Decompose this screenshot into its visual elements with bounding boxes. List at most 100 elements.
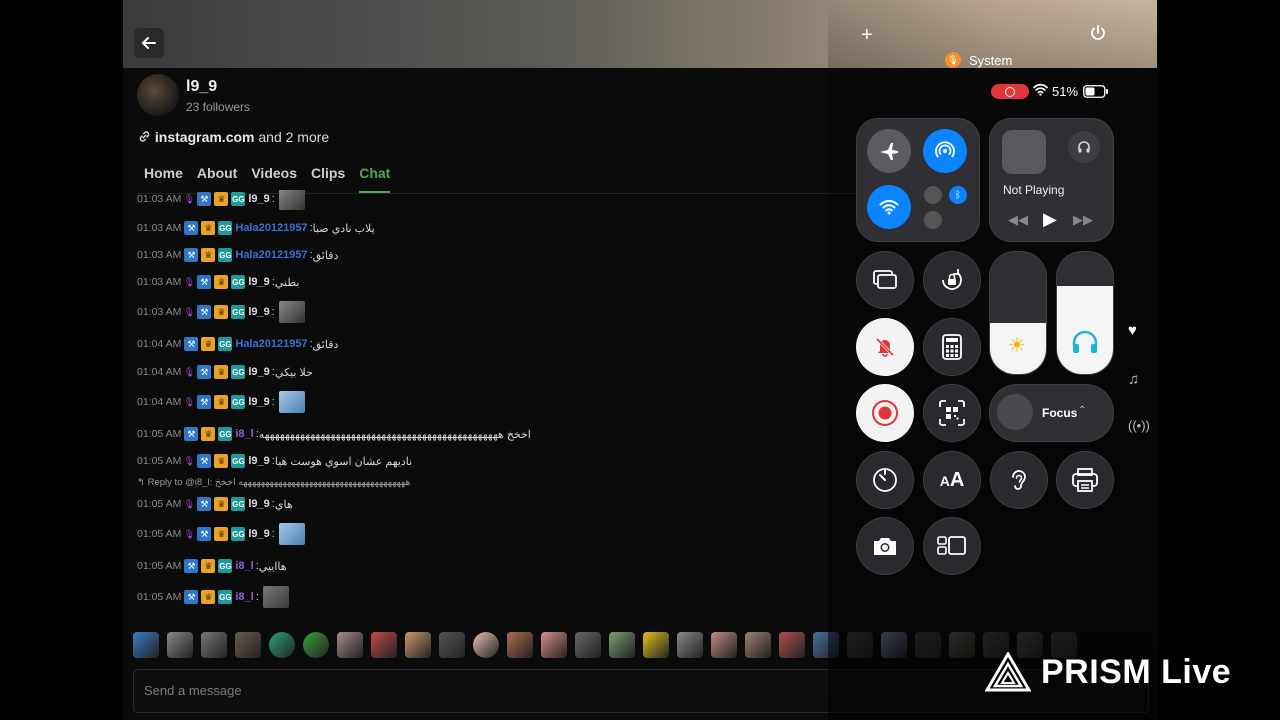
message-username[interactable]: Hala20121957 [235,222,307,234]
avatar[interactable] [137,74,179,116]
calculator-button[interactable] [923,318,981,376]
emote-picker-item[interactable] [745,632,771,658]
brightness-slider[interactable]: ☀ [989,251,1047,375]
emote-picker-item[interactable] [201,632,227,658]
emote-picker-item[interactable] [269,632,295,658]
bluetooth-icon[interactable]: ᛒ [949,186,967,204]
emote-picker-item[interactable] [405,632,431,658]
link-primary[interactable]: instagram.com [155,129,255,145]
message-username[interactable]: l9_9 [248,306,269,318]
volume-slider[interactable] [1056,251,1114,375]
emote-picker-item[interactable] [371,632,397,658]
message-username[interactable]: l9_9 [248,193,269,205]
ear-icon [1012,470,1026,490]
emote-picker-item[interactable] [473,632,499,658]
emote-picker-item[interactable] [779,632,805,658]
message-username[interactable]: l9_9 [248,498,269,510]
emote-picker-item[interactable] [167,632,193,658]
follower-count: 23 followers [186,100,251,114]
chat-message[interactable]: 01:03 AM 🎙 ⚒ ♛ GG l9_9: [137,190,305,210]
message-username[interactable]: i8_l [235,428,253,440]
chat-message[interactable]: 01:04 AM 🎙 ⚒ ♛ GG l9_9: [137,391,305,413]
airdrop-toggle[interactable] [923,129,967,173]
text-size-button[interactable]: AA [923,451,981,509]
chat-log[interactable]: 01:03 AM 🎙 ⚒ ♛ GG l9_9: 01:03 AM ⚒ ♛ GG Hala201219… [137,190,857,620]
emote-picker-item[interactable] [133,632,159,658]
emote-picker-item[interactable] [677,632,703,658]
message-username[interactable]: l9_9 [248,276,269,288]
message-username[interactable]: Hala20121957 [235,338,307,350]
broadcast-icon[interactable]: ((•)) [1128,418,1150,433]
message-timestamp: 01:05 AM [137,455,182,467]
link-more[interactable]: and 2 more [258,129,329,145]
crown-badge-icon: ♛ [214,365,229,379]
chat-message[interactable]: 01:04 AM ⚒ ♛ GG Hala20121957: دقائق [137,333,338,355]
chat-message[interactable]: 01:05 AM ⚒ ♛ GG i8_l: اخخخ ههههههههههههههههه… [137,423,531,445]
tab-videos[interactable]: Videos [251,165,297,193]
cellular-icon[interactable] [924,186,942,204]
screen-mirroring-button[interactable] [856,251,914,309]
add-icon[interactable]: + [861,24,873,47]
back-button[interactable] [134,28,164,58]
message-username[interactable]: i8_l [235,560,253,572]
audio-source-label[interactable]: System [969,53,1012,68]
message-username[interactable]: l9_9 [248,455,269,467]
emote-picker-item[interactable] [711,632,737,658]
vpn-icon[interactable] [924,211,942,229]
chat-message[interactable]: 01:05 AM 🎙 ⚒ ♛ GG l9_9: ناديهم عشان اسوي هوست… [137,450,412,472]
moderator-badge-icon: ⚒ [184,221,199,235]
tab-chat[interactable]: Chat [359,165,391,193]
music-note-icon[interactable]: ♫ [1128,371,1139,388]
airplane-mode-toggle[interactable] [867,129,911,173]
rotation-lock-button[interactable] [923,251,981,309]
emote-image [278,301,305,323]
emote-picker-item[interactable] [643,632,669,658]
tab-clips[interactable]: Clips [311,165,345,193]
crown-badge-icon: ♛ [201,248,216,262]
message-username[interactable]: i8_l [235,591,253,603]
printer-button[interactable] [1056,451,1114,509]
camera-button[interactable] [856,517,914,575]
chat-message[interactable]: 01:05 AM 🎙 ⚒ ♛ GG l9_9: هاي [137,493,293,515]
code-scanner-button[interactable] [923,384,981,442]
chat-message[interactable]: 01:04 AM 🎙 ⚒ ♛ GG l9_9: حلا بيكي [137,361,313,383]
chat-message[interactable]: 01:03 AM 🎙 ⚒ ♛ GG l9_9: [137,301,305,323]
rewind-icon[interactable]: ◀◀ [1008,212,1028,228]
chat-message[interactable]: 01:05 AM 🎙 ⚒ ♛ GG l9_9: [137,523,305,545]
heart-icon[interactable]: ♥ [1128,322,1137,339]
fast-forward-icon[interactable]: ▶▶ [1073,212,1093,228]
timer-button[interactable] [856,451,914,509]
emote-picker-item[interactable] [337,632,363,658]
play-icon[interactable]: ▶ [1043,209,1057,230]
chat-message[interactable]: 01:03 AM ⚒ ♛ GG Hala20121957: دقائق [137,244,338,266]
screen-record-button[interactable] [856,384,914,442]
emote-picker-item[interactable] [507,632,533,658]
chat-message[interactable]: 01:03 AM 🎙 ⚒ ♛ GG l9_9: بطني [137,271,299,293]
emote-picker-item[interactable] [609,632,635,658]
stage-manager-button[interactable] [923,517,981,575]
headphones-output-icon[interactable] [1068,131,1100,163]
message-username[interactable]: Hala20121957 [235,249,307,261]
message-username[interactable]: l9_9 [248,528,269,540]
emote-picker-item[interactable] [439,632,465,658]
power-icon[interactable] [1089,24,1107,45]
message-username[interactable]: l9_9 [248,366,269,378]
moderator-badge-icon: ⚒ [197,454,212,468]
emote-picker-item[interactable] [303,632,329,658]
profile-links[interactable]: instagram.com and 2 more [138,129,329,145]
subscriber-badge-icon: GG [231,497,246,511]
message-username[interactable]: l9_9 [248,396,269,408]
chat-message[interactable]: 01:03 AM ⚒ ♛ GG Hala20121957: يلاب نادي صبا [137,217,375,239]
tab-about[interactable]: About [197,165,237,193]
emote-picker-item[interactable] [575,632,601,658]
tab-home[interactable]: Home [144,165,183,193]
wifi-toggle[interactable] [867,185,911,229]
screen-recording-indicator[interactable] [991,84,1029,99]
emote-picker-item[interactable] [541,632,567,658]
emote-picker-item[interactable] [235,632,261,658]
hearing-button[interactable] [990,451,1048,509]
message-timestamp: 01:04 AM [137,338,182,350]
silent-mode-button[interactable] [856,318,914,376]
chat-message[interactable]: 01:05 AM ⚒ ♛ GG i8_l: هااييي [137,555,287,577]
chat-message[interactable]: 01:05 AM ⚒ ♛ GG i8_l: [137,586,289,608]
